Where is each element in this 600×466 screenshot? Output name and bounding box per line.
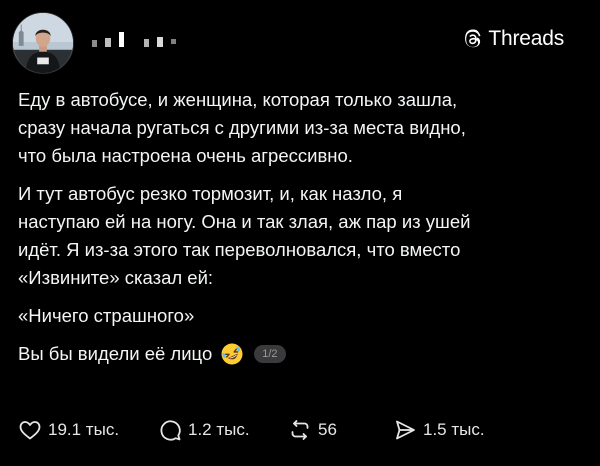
share-button[interactable]: 1.5 тыс. — [393, 418, 485, 442]
username-blur-5 — [157, 36, 163, 47]
repost-icon — [288, 418, 312, 442]
reply-button[interactable]: 1.2 тыс. — [158, 418, 288, 442]
reply-count: 1.2 тыс. — [188, 420, 250, 439]
username[interactable] — [92, 30, 176, 48]
action-bar: 19.1 тыс. 1.2 тыс. 56 1.5 тыс. — [18, 417, 485, 443]
threads-brand-label: Threads — [488, 27, 564, 50]
post-body: Еду в автобусе, и женщина, которая тольк… — [18, 86, 578, 368]
post-paragraph-1: Еду в автобусе, и женщина, которая тольк… — [18, 89, 466, 166]
post-last-line: Вы бы видели её лицо 1/2 — [18, 340, 578, 368]
threads-logo-icon — [463, 28, 482, 50]
post-last-line-text: Вы бы видели её лицо — [18, 343, 213, 364]
thread-post: Threads Еду в автобусе, и женщина, котор… — [0, 0, 600, 466]
repost-count: 56 — [318, 420, 337, 439]
repost-button[interactable]: 56 — [288, 418, 393, 442]
like-button[interactable]: 19.1 тыс. — [18, 418, 158, 442]
post-paragraph-2: И тут автобус резко тормозит, и, как наз… — [18, 183, 471, 288]
threads-brand[interactable]: Threads — [463, 27, 564, 51]
comment-icon — [158, 418, 182, 442]
username-blur-2 — [105, 37, 111, 47]
page-indicator-badge[interactable]: 1/2 — [254, 345, 286, 363]
username-blur-1 — [92, 39, 97, 47]
send-icon — [393, 418, 417, 442]
username-blur-4 — [144, 38, 149, 47]
share-count: 1.5 тыс. — [423, 420, 485, 439]
heart-icon — [18, 418, 42, 442]
rolling-on-floor-laughing-icon — [220, 342, 244, 366]
username-blur-3 — [119, 31, 124, 47]
avatar[interactable] — [12, 12, 74, 74]
like-count: 19.1 тыс. — [48, 420, 120, 439]
username-blur-6 — [171, 38, 176, 44]
post-paragraph-3: «Ничего страшного» — [18, 305, 195, 326]
